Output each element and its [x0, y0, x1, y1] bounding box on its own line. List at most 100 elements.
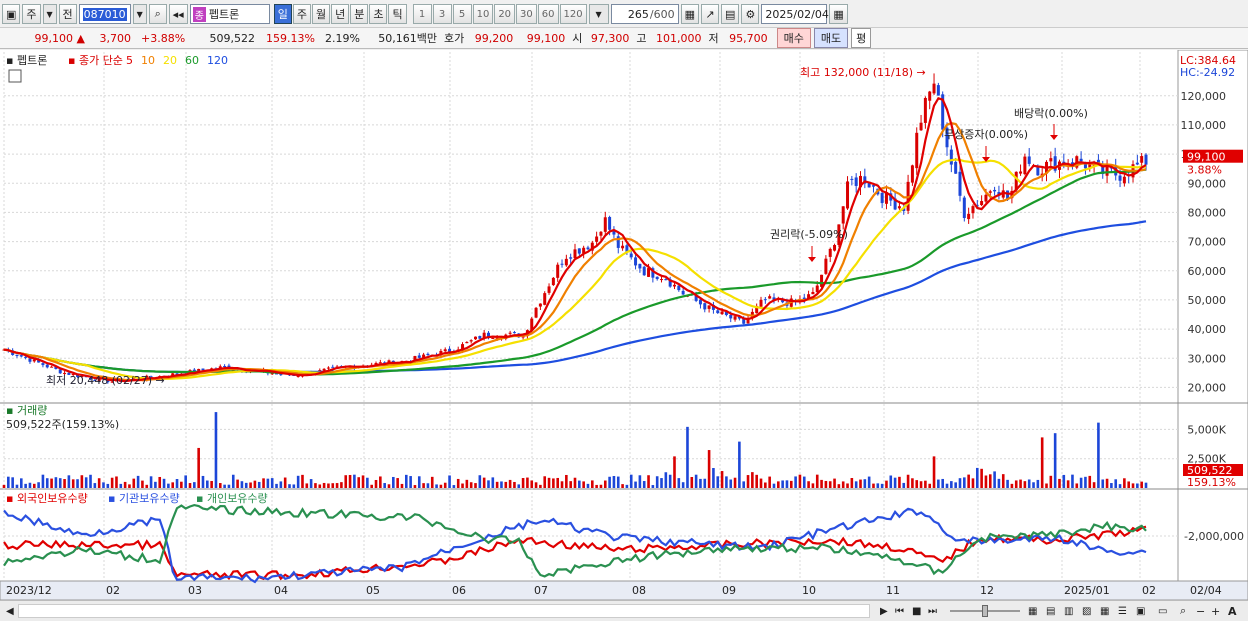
draw-tool-icon[interactable]: ↗ [701, 4, 720, 24]
tab-일[interactable]: 일 [273, 4, 292, 24]
candle-body [993, 189, 997, 192]
volume-bar [880, 483, 884, 488]
magnify-icon[interactable]: ⌕ [1180, 604, 1186, 618]
period-dropdown-icon[interactable]: ▼ [42, 4, 57, 24]
volume-bar [699, 478, 702, 488]
interval-5[interactable]: 5 [452, 4, 472, 24]
evaluation-button[interactable]: 평 [851, 28, 872, 48]
save-icon[interactable]: ▤ [721, 4, 740, 24]
volume-bar [1105, 478, 1109, 488]
last-page-icon[interactable]: ⏭ [928, 606, 937, 617]
volume-bar [409, 476, 412, 488]
volume-bar [863, 479, 867, 488]
volume-bar [314, 483, 317, 488]
tab-초[interactable]: 초 [369, 4, 388, 24]
export-icon[interactable]: ▣ [1136, 606, 1145, 617]
interval-30[interactable]: 30 [516, 4, 537, 24]
volume-bar [603, 480, 607, 488]
table-view-icon[interactable]: ▦ [1100, 606, 1109, 617]
y-tick-label: 60,000 [1188, 265, 1227, 278]
volume-title: ▪ 거래량 [6, 404, 47, 417]
volume-bar [1114, 479, 1118, 488]
grid-view-icon[interactable]: ▦ [1028, 606, 1037, 617]
tab-틱[interactable]: 틱 [388, 4, 407, 24]
sell-button[interactable]: 매도 [813, 28, 849, 48]
volume-bar [1127, 481, 1130, 488]
holding-y-tick: -2,000,000 [1184, 530, 1244, 543]
volume-bar [132, 478, 136, 488]
volume-bar [547, 477, 551, 488]
candle-body [660, 279, 664, 281]
interval-1[interactable]: 1 [412, 4, 432, 24]
x-axis-label: 11 [886, 584, 900, 597]
candle-body [936, 85, 940, 96]
volume-bar [1144, 482, 1148, 488]
split-view-icon[interactable]: ▥ [1064, 606, 1073, 617]
count-input[interactable]: 265/600 [610, 4, 679, 24]
first-page-icon[interactable]: ⏮ [895, 606, 904, 617]
candle-body [811, 291, 815, 295]
scroll-right-icon[interactable]: ▶ [880, 606, 888, 617]
layout-icon[interactable]: ▤ [1046, 606, 1055, 617]
stop-icon[interactable]: ■ [912, 606, 921, 617]
volume-bar [240, 481, 244, 488]
interval-dropdown-icon[interactable]: ▼ [588, 4, 609, 24]
buy-button[interactable]: 매수 [776, 28, 811, 48]
volume-bar [426, 483, 430, 488]
x-axis-label: 06 [452, 584, 466, 597]
volume-bar [794, 476, 797, 488]
window-icon[interactable]: ▭ [1158, 606, 1167, 617]
volume-bar [84, 477, 88, 488]
list-view-icon[interactable]: ☰ [1118, 606, 1127, 617]
zoom-in-icon[interactable]: + [1211, 605, 1220, 618]
indicator-icon[interactable]: ▦ [680, 4, 700, 24]
bonus-annotation: 무상증자(0.00%) [944, 128, 1028, 141]
calendar-icon[interactable]: ▦ [829, 4, 848, 24]
candle-body [949, 149, 953, 165]
period-select[interactable]: 주 [22, 4, 41, 24]
zoom-out-icon[interactable]: − [1196, 605, 1205, 618]
window-menu-icon[interactable]: ▣ [2, 4, 21, 24]
stock-name-box[interactable]: 종 펩트론 [189, 4, 270, 24]
zoom-slider-thumb[interactable] [982, 605, 988, 617]
candle-body [1049, 158, 1053, 162]
volume-bar [967, 474, 970, 488]
volume-bar [647, 475, 650, 488]
type-select[interactable]: 전 [58, 4, 77, 24]
interval-120[interactable]: 120 [559, 4, 587, 24]
stock-code-input[interactable]: 087010 [78, 4, 131, 24]
stock-chart[interactable]: 120,000110,000100,00090,00080,00070,0006… [0, 50, 1248, 600]
scroll-left-icon[interactable]: ◀ [6, 606, 14, 617]
interval-10[interactable]: 10 [472, 4, 494, 24]
interval-20[interactable]: 20 [494, 4, 516, 24]
code-dropdown-icon[interactable]: ▼ [132, 4, 147, 24]
volume-bar [58, 478, 62, 488]
chart-scrollbar[interactable] [18, 604, 870, 618]
interval-60[interactable]: 60 [537, 4, 559, 24]
count-value: 265 [627, 7, 649, 21]
search-icon[interactable]: ⌕ [148, 4, 167, 24]
volume-bar [28, 482, 32, 488]
candle-body [984, 194, 988, 202]
candle-body [417, 355, 421, 358]
speaker-icon[interactable]: ◂◂ [168, 4, 188, 24]
candle-body [1135, 162, 1139, 165]
candle-body [655, 276, 659, 280]
candle-body [296, 376, 300, 378]
chart-view-icon[interactable]: ▨ [1082, 606, 1091, 617]
volume-bar [67, 475, 71, 488]
candle-body [538, 303, 542, 307]
tab-월[interactable]: 월 [311, 4, 331, 24]
tab-년[interactable]: 년 [331, 4, 350, 24]
candle-body [923, 97, 927, 123]
tab-분[interactable]: 분 [350, 4, 369, 24]
volume-bar [885, 480, 888, 488]
date-input[interactable]: 2025/02/04 [761, 4, 829, 24]
interval-3[interactable]: 3 [432, 4, 452, 24]
settings-gear-icon[interactable]: ⚙ [741, 4, 760, 24]
volume-bar [902, 482, 906, 488]
volume-bar [231, 474, 235, 488]
font-size-icon[interactable]: A [1228, 605, 1237, 618]
tab-주[interactable]: 주 [292, 4, 311, 24]
volume-bar [1036, 479, 1040, 488]
